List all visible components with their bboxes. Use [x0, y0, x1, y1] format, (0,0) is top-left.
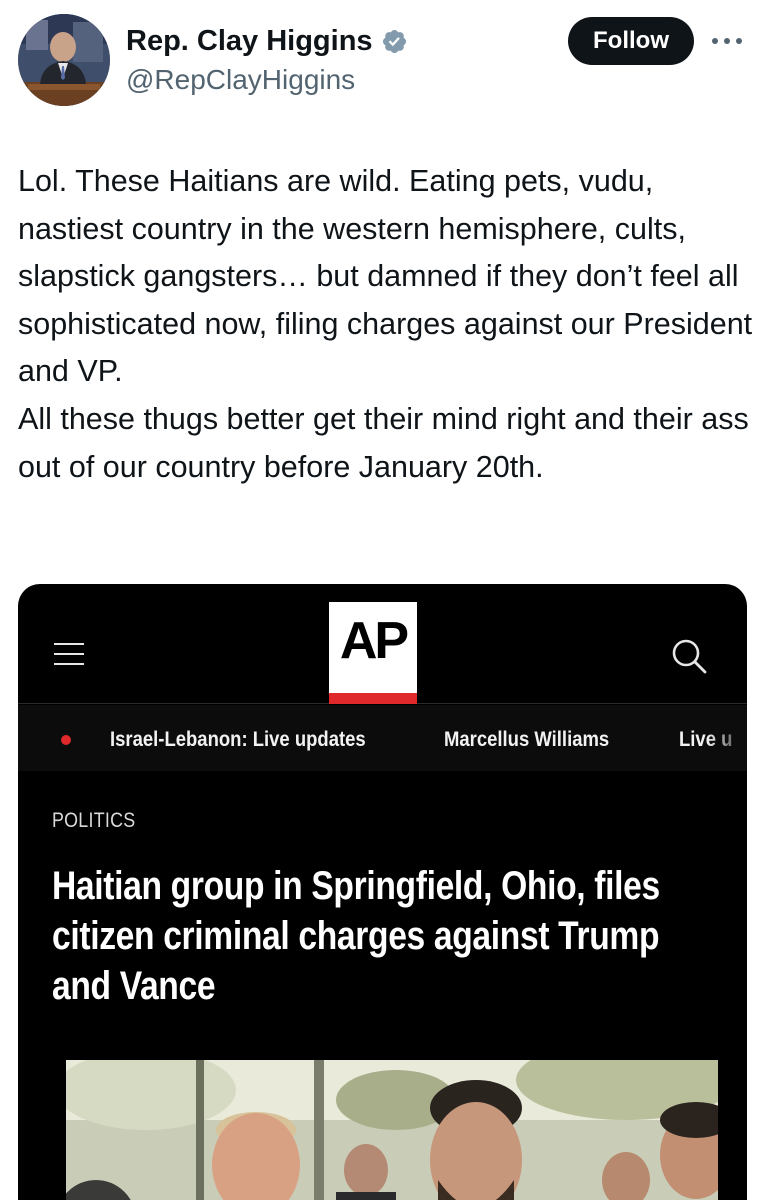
nav-fade	[707, 705, 747, 771]
hamburger-menu-icon[interactable]	[54, 641, 84, 667]
link-preview-card[interactable]: AP Israel-Lebanon: Live updates Marcellu…	[18, 584, 747, 1200]
nav-item-marcellus-williams[interactable]: Marcellus Williams	[444, 725, 609, 755]
ap-logo-text: AP	[339, 612, 409, 670]
avatar-image	[18, 14, 110, 106]
verified-badge-icon	[382, 29, 406, 53]
author-name[interactable]: Rep. Clay Higgins	[126, 24, 373, 58]
live-dot-icon	[61, 735, 71, 745]
ap-logo[interactable]: AP	[329, 602, 417, 704]
author-handle[interactable]: @RepClayHiggins	[126, 63, 355, 97]
more-horizontal-icon[interactable]	[710, 26, 744, 56]
section-label[interactable]: POLITICS	[52, 808, 135, 834]
follow-button[interactable]: Follow	[568, 17, 694, 65]
search-icon[interactable]	[669, 636, 709, 676]
tweet-page: Rep. Clay Higgins @RepClayHiggins Follow…	[0, 0, 764, 1200]
nav-item-israel-lebanon[interactable]: Israel-Lebanon: Live updates	[110, 725, 366, 755]
article-headline[interactable]: Haitian group in Springfield, Ohio, file…	[52, 861, 724, 1011]
author-name-row[interactable]: Rep. Clay Higgins	[126, 24, 408, 58]
author-avatar[interactable]	[18, 14, 110, 106]
trending-nav: Israel-Lebanon: Live updates Marcellus W…	[18, 705, 747, 771]
tweet-text: Lol. These Haitians are wild. Eating pet…	[18, 164, 753, 484]
ap-logo-bar	[329, 693, 417, 704]
article-photo	[66, 1060, 718, 1200]
